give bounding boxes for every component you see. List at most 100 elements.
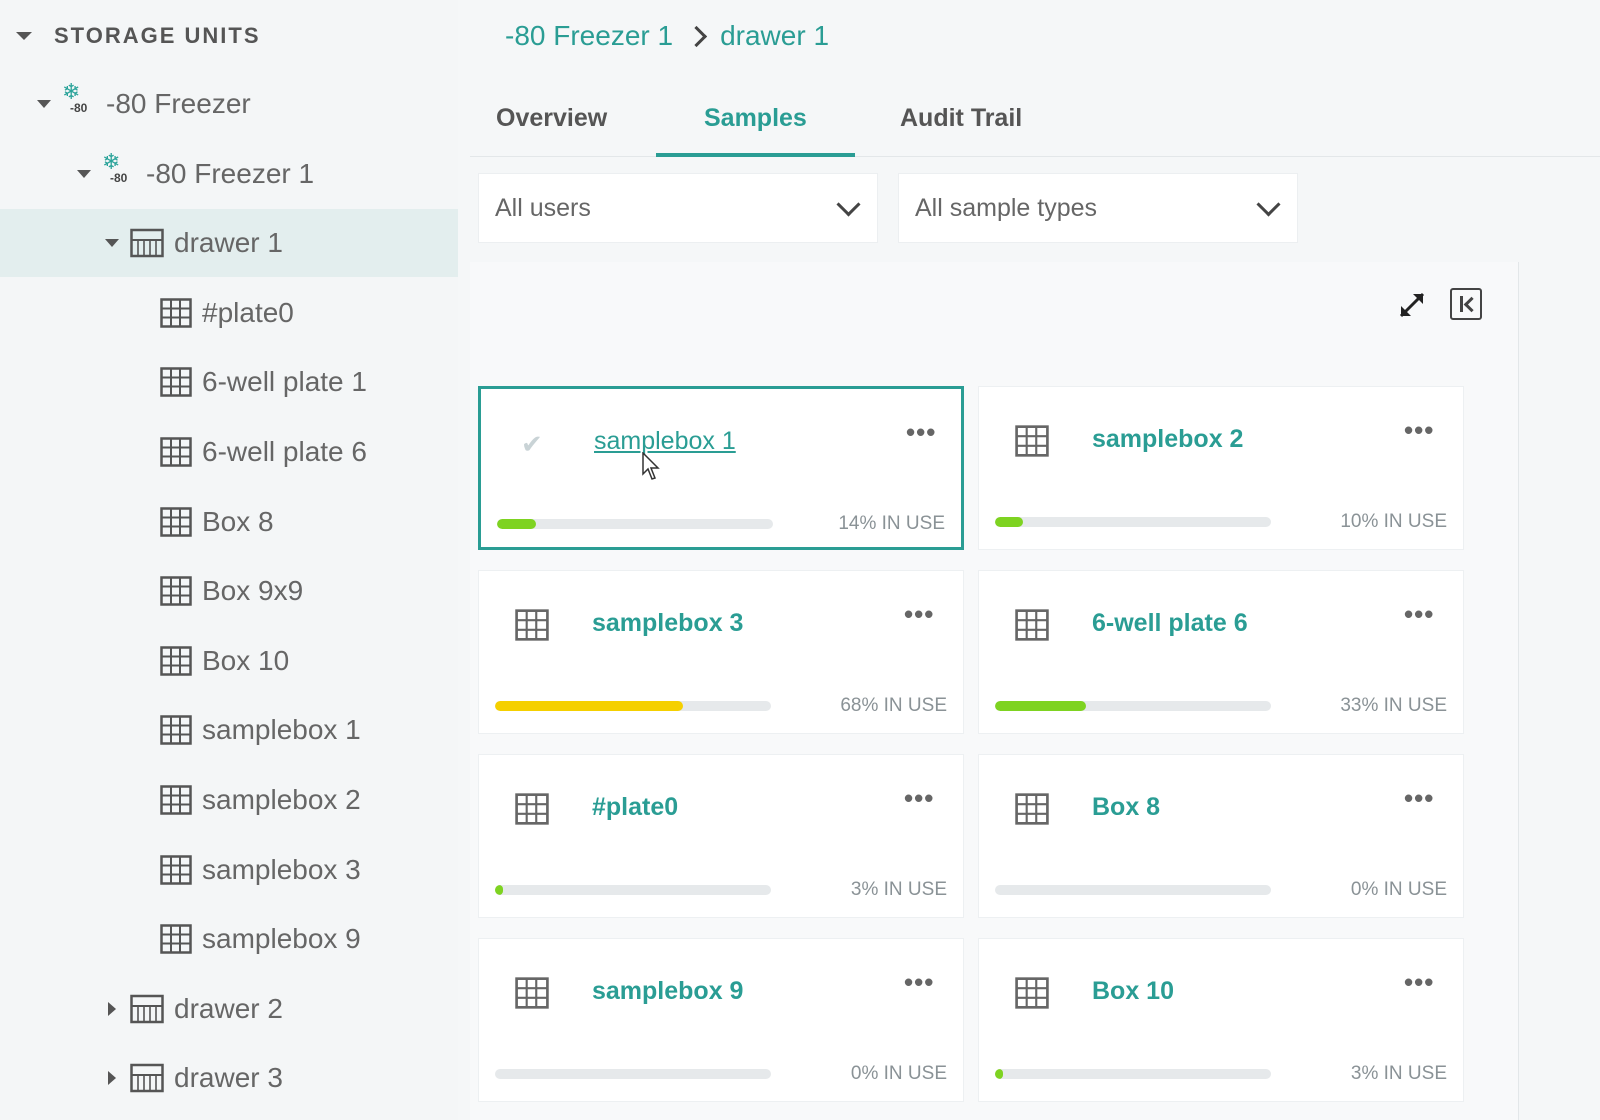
tree-item[interactable]: samplebox 2	[0, 766, 458, 834]
drawer-icon	[130, 1063, 164, 1093]
container-name-link[interactable]: 6-well plate 6	[1092, 609, 1248, 638]
container-name-link[interactable]: samplebox 1	[594, 427, 736, 456]
tree-item-label: 6-well plate 6	[202, 436, 367, 467]
tree-item-label: -80 Freezer	[106, 88, 251, 119]
tree-item[interactable]: samplebox 3	[0, 836, 458, 904]
tree-item[interactable]: Box 8	[0, 488, 458, 556]
more-options-icon[interactable]: •••	[904, 967, 934, 998]
tree-item[interactable]: Box 9x9	[0, 557, 458, 625]
snowflake-icon: ❄	[62, 79, 81, 104]
more-options-icon[interactable]: •••	[1404, 415, 1434, 446]
breadcrumb-item-drawer[interactable]: drawer 1	[720, 20, 829, 52]
tree-item[interactable]: samplebox 9	[0, 905, 458, 973]
container-card[interactable]: 6-well plate 6 ••• 33% IN USE	[978, 570, 1464, 734]
more-options-icon[interactable]: •••	[1404, 599, 1434, 630]
container-card[interactable]: Box 8 ••• 0% IN USE	[978, 754, 1464, 918]
more-options-icon[interactable]: •••	[1404, 783, 1434, 814]
tree-item[interactable]: 6-well plate 6	[0, 418, 458, 486]
caret-down-icon[interactable]	[104, 239, 120, 248]
container-name-link[interactable]: Box 10	[1092, 977, 1174, 1006]
drawer-icon	[130, 994, 164, 1024]
tree-item-label: samplebox 3	[202, 853, 361, 885]
usage-label: 0% IN USE	[1350, 879, 1447, 900]
usage-bar	[995, 701, 1271, 711]
tree-item[interactable]: drawer 2	[0, 975, 458, 1043]
breadcrumb-item-freezer[interactable]: -80 Freezer 1	[505, 20, 673, 52]
tree-item-label: drawer 2	[174, 992, 283, 1024]
usage-bar	[495, 885, 771, 895]
usage-label: 14% IN USE	[838, 513, 945, 534]
tree-item-label: samplebox 9	[202, 923, 361, 955]
checkmark-icon[interactable]: ✔	[521, 429, 543, 460]
drawer-icon	[130, 228, 164, 258]
container-card[interactable]: samplebox 9 ••• 0% IN USE	[478, 938, 964, 1102]
container-name-link[interactable]: samplebox 2	[1092, 425, 1243, 454]
caret-down-icon[interactable]	[36, 100, 52, 108]
tree-item-label: drawer 3	[174, 1062, 283, 1094]
tree-item[interactable]: samplebox 1	[0, 696, 458, 764]
container-name-link[interactable]: samplebox 9	[592, 977, 743, 1006]
tab-audit-trail[interactable]: Audit Trail	[900, 80, 1022, 156]
tree-item[interactable]: ❄ -80 -80 Freezer 1	[0, 140, 458, 208]
tab-overview[interactable]: Overview	[496, 80, 607, 156]
grid-icon	[160, 576, 192, 606]
tree-item[interactable]: drawer 1	[0, 209, 458, 278]
tree-item-label: Box 8	[202, 505, 274, 537]
container-card[interactable]: ✔ samplebox 1 ••• 14% IN USE	[478, 386, 964, 550]
usage-bar-fill	[995, 701, 1087, 711]
caret-right-icon[interactable]	[104, 1071, 120, 1086]
storage-units-title: STORAGE UNITS	[54, 23, 261, 48]
caret-down-icon[interactable]	[76, 169, 92, 178]
tab-samples[interactable]: Samples	[656, 80, 855, 157]
usage-bar	[495, 701, 771, 711]
chevron-right-icon	[685, 25, 708, 47]
grid-icon	[160, 646, 192, 676]
tree-item-label: Box 9x9	[202, 575, 304, 607]
usage-bar-fill	[495, 701, 683, 711]
more-options-icon[interactable]: •••	[904, 783, 934, 814]
usage-label: 3% IN USE	[850, 879, 947, 900]
chevron-down-icon	[836, 192, 861, 217]
more-options-icon[interactable]: •••	[1404, 967, 1434, 998]
tree-item-label: #plate0	[202, 296, 294, 328]
usage-bar	[995, 517, 1271, 527]
more-options-icon[interactable]: •••	[906, 417, 936, 448]
usage-bar	[495, 1069, 771, 1079]
storage-units-header[interactable]: STORAGE UNITS	[16, 20, 261, 52]
collapse-panel-icon[interactable]	[1450, 288, 1482, 320]
tree-item[interactable]: ❄ -80 -80 Freezer	[0, 70, 458, 138]
container-name-link[interactable]: Box 8	[1092, 793, 1160, 822]
grid-icon	[1015, 425, 1049, 459]
users-filter-value: All users	[495, 193, 591, 222]
container-card[interactable]: Box 10 ••• 3% IN USE	[978, 938, 1464, 1102]
caret-down-icon[interactable]	[16, 32, 32, 40]
grid-icon	[515, 609, 549, 643]
storage-sidebar: STORAGE UNITS ❄ -80 -80 Freezer ❄ -80 -80 Fre…	[0, 0, 458, 1120]
container-card[interactable]: samplebox 3 ••• 68% IN USE	[478, 570, 964, 734]
users-filter-select[interactable]: All users	[478, 173, 878, 243]
freezer-icon: ❄ -80	[62, 81, 96, 121]
tree-item[interactable]: #plate0	[0, 279, 458, 347]
grid-icon	[160, 854, 192, 885]
more-options-icon[interactable]: •••	[904, 599, 934, 630]
usage-bar-fill	[995, 517, 1023, 527]
grid-icon	[160, 437, 192, 467]
grid-icon	[160, 298, 192, 328]
tree-item-label: Box 10	[202, 644, 290, 676]
container-card[interactable]: #plate0 ••• 3% IN USE	[478, 754, 964, 918]
container-name-link[interactable]: #plate0	[592, 793, 678, 822]
tree-item[interactable]: 6-well plate 1	[0, 348, 458, 416]
sample-types-filter-select[interactable]: All sample types	[898, 173, 1298, 243]
snowflake-icon: ❄	[102, 148, 121, 174]
container-card[interactable]: samplebox 2 ••• 10% IN USE	[978, 386, 1464, 550]
usage-bar-fill	[995, 1069, 1004, 1079]
expand-icon[interactable]	[1395, 288, 1429, 322]
caret-right-icon[interactable]	[104, 1001, 120, 1016]
container-name-link[interactable]: samplebox 3	[592, 609, 743, 638]
usage-label: 68% IN USE	[840, 695, 947, 716]
tree-item[interactable]: drawer 3	[0, 1044, 458, 1112]
grid-icon	[515, 793, 549, 827]
tree-item[interactable]: Box 10	[0, 627, 458, 695]
usage-bar	[497, 519, 773, 529]
grid-icon	[1015, 977, 1049, 1011]
